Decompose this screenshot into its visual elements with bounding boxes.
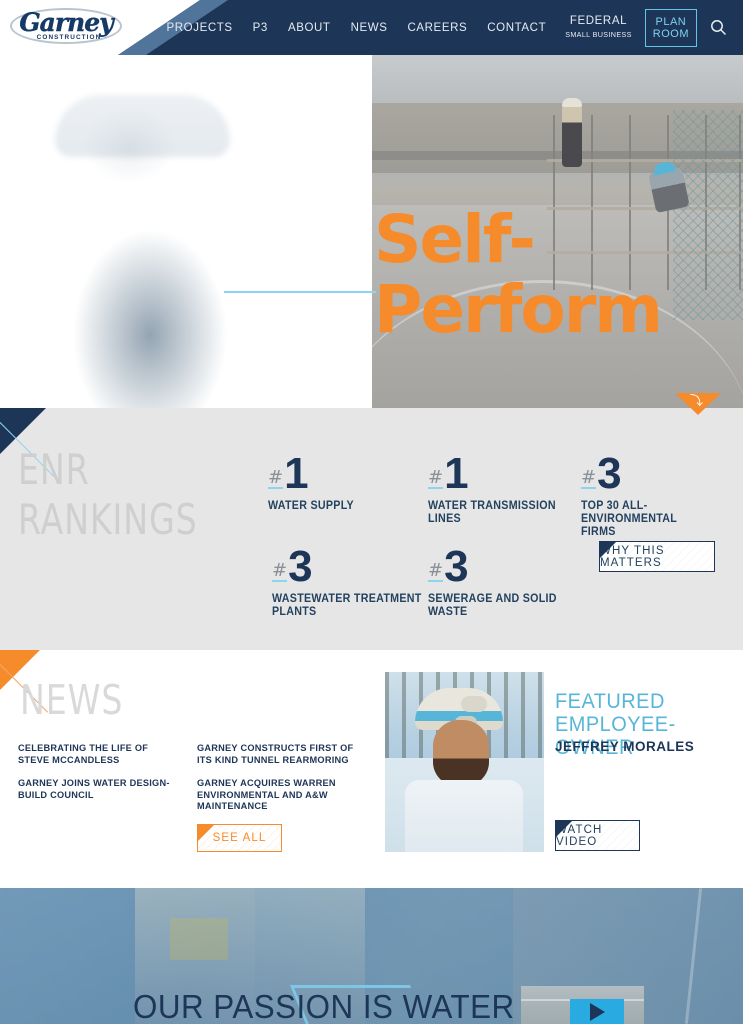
featured-employee-name: JEFFREY MORALES bbox=[555, 739, 695, 754]
plan-room-line1: PLAN bbox=[655, 15, 687, 28]
ranking-item-transmission-lines: # 1 WATER TRANSMISSION LINES bbox=[428, 449, 598, 526]
page-root: Garney CONSTRUCTION PROJECTS P3 ABOUT NE… bbox=[0, 0, 743, 1024]
hero-wire-mesh bbox=[673, 110, 743, 320]
ranking-number: 1 bbox=[444, 449, 469, 498]
hero-divider-rule bbox=[224, 291, 376, 293]
ranking-hash-symbol: # bbox=[581, 461, 597, 495]
nav-item-news[interactable]: NEWS bbox=[341, 22, 398, 34]
play-triangle bbox=[589, 1002, 605, 1021]
site-logo[interactable]: Garney CONSTRUCTION bbox=[10, 6, 122, 48]
ranking-number-group: # 3 bbox=[428, 542, 598, 591]
news-item-4[interactable]: GARNEY ACQUIRES WARREN ENVIRONMENTAL AND… bbox=[197, 778, 357, 813]
rankings-heading-line1: ENR bbox=[18, 445, 90, 494]
news-item-3[interactable]: GARNEY JOINS WATER DESIGN-BUILD COUNCIL bbox=[18, 778, 178, 801]
ranking-label: WASTEWATER TREATMENT PLANTS bbox=[272, 593, 422, 618]
scroll-down-icon[interactable]: ⤵ bbox=[690, 394, 703, 407]
ranking-hash-symbol: # bbox=[272, 554, 288, 588]
passion-heading: OUR PASSION IS WATER bbox=[133, 988, 515, 1024]
news-section: NEWS CELEBRATING THE LIFE OF STEVE MCCAN… bbox=[0, 650, 743, 888]
news-item-2[interactable]: GARNEY CONSTRUCTS FIRST OF ITS KIND TUNN… bbox=[197, 743, 357, 766]
nav-item-contact[interactable]: CONTACT bbox=[477, 22, 556, 34]
nav-federal-label: FEDERAL bbox=[569, 14, 628, 27]
hero-banner: WE Self- Perform bbox=[0, 55, 743, 408]
logo-subtitle: CONSTRUCTION bbox=[36, 34, 102, 41]
rankings-heading: ENR RANKINGS bbox=[18, 445, 220, 545]
logo-wordmark: Garney bbox=[19, 8, 114, 37]
see-all-news-button[interactable]: SEE ALL bbox=[197, 824, 282, 852]
nav-item-projects[interactable]: PROJECTS bbox=[157, 22, 243, 34]
rankings-heading-line2: RANKINGS bbox=[18, 495, 198, 544]
ranking-label: WATER SUPPLY bbox=[268, 500, 354, 512]
plan-room-button[interactable]: PLAN ROOM bbox=[644, 8, 697, 47]
search-icon[interactable] bbox=[707, 17, 729, 39]
ranking-number: 1 bbox=[284, 449, 309, 498]
ranking-number-group: # 1 bbox=[428, 449, 598, 498]
watch-video-button[interactable]: WATCH VIDEO bbox=[555, 820, 640, 851]
photo-coveralls bbox=[405, 780, 523, 852]
ranking-number: 3 bbox=[597, 449, 622, 498]
ranking-number: 3 bbox=[288, 542, 313, 591]
nav-item-careers[interactable]: CAREERS bbox=[397, 22, 477, 34]
ranking-item-wastewater: # 3 WASTEWATER TREATMENT PLANTS bbox=[272, 542, 442, 619]
passion-safety-vest bbox=[170, 918, 228, 960]
news-heading: NEWS bbox=[20, 676, 124, 724]
site-header: Garney CONSTRUCTION PROJECTS P3 ABOUT NE… bbox=[0, 0, 743, 55]
ranking-item-water-supply: # 1 WATER SUPPLY bbox=[268, 449, 438, 513]
ranking-number: 3 bbox=[444, 542, 469, 591]
hero-image-left bbox=[0, 55, 372, 408]
ranking-number-group: # 3 bbox=[581, 449, 706, 498]
main-navigation: PROJECTS P3 ABOUT NEWS CAREERS CONTACT F… bbox=[157, 0, 734, 55]
photo-hat-detail-1 bbox=[461, 696, 487, 712]
ranking-number-group: # 1 bbox=[268, 449, 438, 498]
featured-kicker-line1: FEATURED bbox=[555, 690, 665, 713]
ranking-label: WATER TRANSMISSION LINES bbox=[428, 500, 556, 525]
why-this-matters-button[interactable]: WHY THIS MATTERS bbox=[599, 541, 715, 572]
ranking-hash-symbol: # bbox=[428, 461, 444, 495]
ranking-hash-symbol: # bbox=[428, 554, 444, 588]
hero-hardhat-shape bbox=[55, 95, 230, 157]
ranking-item-environmental-firms: # 3 TOP 30 ALL-ENVIRONMENTAL FIRMS bbox=[581, 449, 706, 539]
nav-federal-sublabel: SMALL BUSINESS bbox=[565, 29, 632, 39]
hero-image-right bbox=[372, 55, 743, 408]
news-item-1[interactable]: CELEBRATING THE LIFE OF STEVE MCCANDLESS bbox=[18, 743, 178, 766]
nav-item-about[interactable]: ABOUT bbox=[278, 22, 341, 34]
featured-employee-photo bbox=[385, 672, 544, 852]
rankings-section: ENR RANKINGS # 1 WATER SUPPLY # 1 WATER … bbox=[0, 408, 743, 650]
ranking-label: SEWERAGE AND SOLID WASTE bbox=[428, 593, 557, 618]
ranking-number-group: # 3 bbox=[272, 542, 442, 591]
ranking-hash-symbol: # bbox=[268, 461, 284, 495]
nav-item-p3[interactable]: P3 bbox=[243, 22, 278, 34]
ranking-item-sewerage: # 3 SEWERAGE AND SOLID WASTE bbox=[428, 542, 598, 619]
play-icon[interactable] bbox=[570, 999, 624, 1024]
hero-worker-standing bbox=[562, 98, 582, 167]
hero-sky bbox=[372, 55, 743, 103]
plan-room-line2: ROOM bbox=[652, 27, 689, 40]
nav-item-federal[interactable]: FEDERAL SMALL BUSINESS bbox=[556, 14, 641, 40]
ranking-label: TOP 30 ALL-ENVIRONMENTAL FIRMS bbox=[581, 500, 677, 538]
photo-face bbox=[433, 720, 489, 786]
